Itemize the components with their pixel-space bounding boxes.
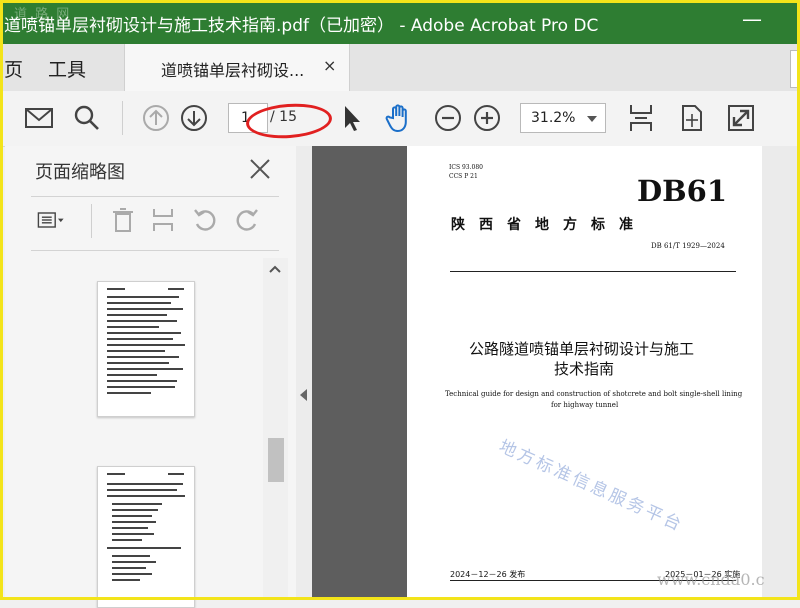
title-en-line1: Technical guide for design and construct…: [445, 390, 743, 398]
panel-divider: [31, 250, 279, 251]
menu-home[interactable]: 页: [4, 55, 23, 82]
fit-page-icon[interactable]: [626, 103, 656, 133]
scrollbar-thumb[interactable]: [268, 438, 284, 482]
full-screen-icon[interactable]: [726, 103, 756, 133]
standard-code: DB61: [637, 174, 728, 208]
window-title: 道喷锚单层衬砌设计与施工技术指南.pdf（已加密） - Adobe Acroba…: [4, 16, 599, 36]
title-cn-line2: 技术指南: [554, 360, 615, 378]
previous-page-icon[interactable]: [141, 103, 171, 133]
close-tab-button[interactable]: ×: [323, 56, 336, 75]
zoom-out-icon[interactable]: [433, 103, 463, 133]
province-standard: 陕 西 省 地 方 标 准: [451, 217, 633, 233]
right-pane: [762, 146, 800, 600]
mail-icon[interactable]: [24, 103, 54, 133]
pdf-page: ICS 93.080 CCS P 21 DB61 陕 西 省 地 方 标 准 D…: [407, 146, 762, 600]
tab-scrollbar[interactable]: [790, 50, 800, 88]
title-bar: 道喷锚单层衬砌设计与施工技术指南.pdf（已加密） - Adobe Acroba…: [0, 0, 800, 44]
title-en-line2: for highway tunnel: [551, 401, 619, 409]
next-page-icon[interactable]: [179, 103, 209, 133]
toolbar-separator: [122, 101, 123, 135]
scroll-mode-icon[interactable]: [677, 103, 707, 133]
corner-watermark: 道 路 网: [14, 7, 72, 22]
collapse-arrow-icon[interactable]: [300, 389, 307, 401]
options-menu-icon[interactable]: [37, 206, 77, 234]
panel-divider: [31, 196, 279, 197]
zoom-value: 31.2%: [531, 110, 576, 126]
standard-number: DB 61/T 1929—2024: [651, 242, 725, 250]
panel-title: 页面缩略图: [35, 162, 125, 183]
search-icon[interactable]: [72, 103, 102, 133]
document-view[interactable]: ICS 93.080 CCS P 21 DB61 陕 西 省 地 方 标 准 D…: [312, 146, 800, 600]
select-cursor-icon[interactable]: [337, 103, 367, 133]
rotate-right-icon[interactable]: [233, 206, 261, 234]
panel-collapse-strip[interactable]: [296, 146, 312, 600]
chevron-down-icon: [587, 116, 597, 122]
thumbnails-scrollbar[interactable]: [263, 258, 288, 600]
page-thumbnail-8[interactable]: [97, 281, 195, 417]
header-rule: [450, 271, 736, 272]
hand-tool-icon[interactable]: [384, 103, 414, 133]
trash-icon[interactable]: [109, 206, 137, 234]
issue-date: 2024－12－26 发布: [450, 570, 526, 579]
rotate-left-icon[interactable]: [191, 206, 219, 234]
zoom-in-icon[interactable]: [472, 103, 502, 133]
ccs-code: CCS P 21: [449, 173, 478, 180]
panel-toolbar-separator: [91, 204, 92, 238]
page-thumbnail-9[interactable]: [97, 466, 195, 608]
extract-pages-icon[interactable]: [149, 206, 177, 234]
chevron-up-icon[interactable]: [268, 264, 282, 274]
menu-tools[interactable]: 工具: [48, 55, 86, 82]
minimize-button[interactable]: —: [740, 8, 764, 32]
document-tab-label: 道喷锚单层衬砌设...: [161, 61, 305, 80]
toolbar: 1 / 15 31.2%: [0, 91, 800, 147]
thumbnails-panel: 页面缩略图 8: [5, 146, 297, 608]
tab-bar: 页 工具 道喷锚单层衬砌设... ×: [0, 44, 800, 91]
zoom-select[interactable]: 31.2%: [520, 103, 606, 133]
document-tab[interactable]: 道喷锚单层衬砌设... ×: [124, 44, 350, 91]
watermark-url: www.cnda0.c: [657, 570, 765, 589]
ics-code: ICS 93.080: [449, 164, 483, 171]
close-icon[interactable]: [248, 157, 272, 181]
title-cn-line1: 公路隧道喷锚单层衬砌设计与施工: [469, 340, 695, 358]
